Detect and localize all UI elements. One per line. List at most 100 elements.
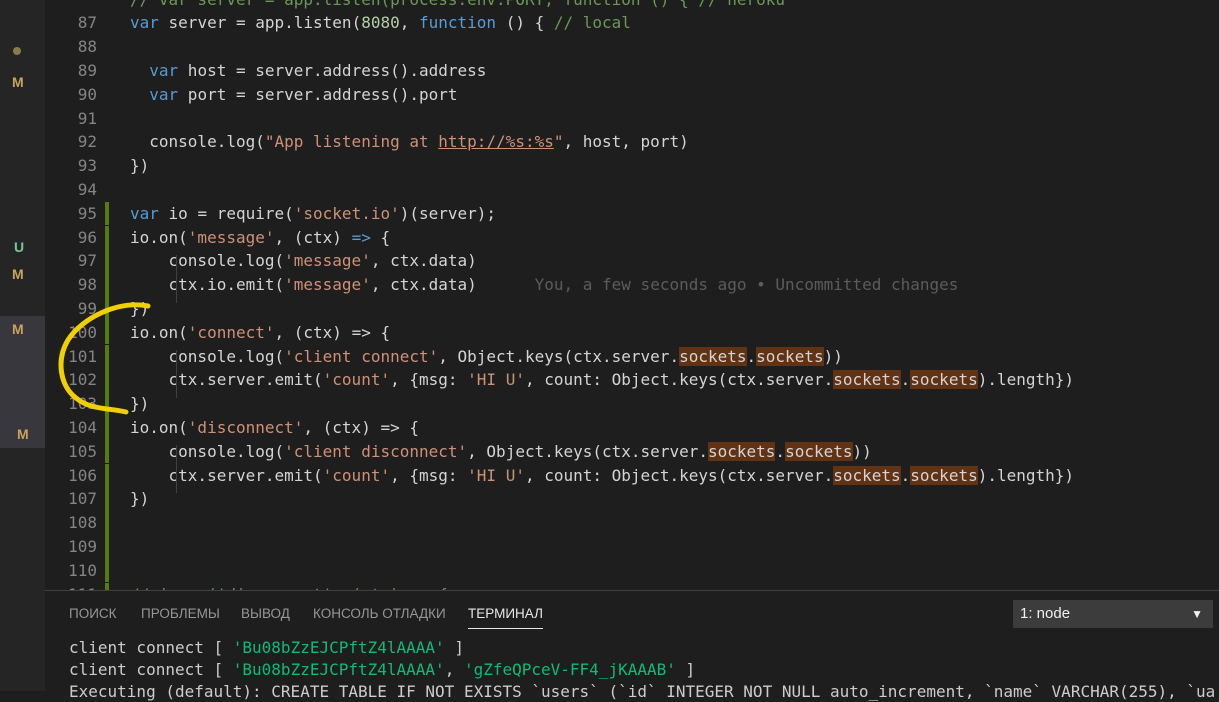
code-line[interactable]: 102 ctx.server.emit('count', {msg: 'HI U… [45, 368, 1219, 393]
code-token: , Object.keys(ctx.server. [438, 346, 680, 366]
code-token: , ctx.data) [370, 275, 477, 295]
terminal-selector[interactable]: 1: node ▼ [1013, 600, 1213, 628]
code-text: console.log('message', ctx.data) [130, 249, 477, 273]
terminal-token: 'Bu08bZzEJCPftZ4lAAAA' [232, 660, 445, 679]
code-line[interactable]: 94 [45, 178, 1219, 202]
git-status-badge: M [12, 74, 24, 90]
code-line[interactable]: 104 io.on('disconnect', (ctx) => { [45, 415, 1219, 440]
code-line[interactable]: 107}) [45, 487, 1219, 512]
code-text: var server = app.listen(8080, function (… [130, 11, 631, 35]
code-line[interactable]: 92 console.log("App listening at http://… [45, 130, 1219, 154]
code-token: port = server.address().port [178, 84, 458, 104]
code-token: 'connect' [187, 322, 275, 342]
git-added-gutter-marker [105, 273, 109, 297]
git-added-gutter-marker [105, 487, 109, 512]
line-number: 109 [68, 536, 97, 556]
code-line[interactable]: 88 [45, 35, 1219, 59]
terminal-selector-value: 1: node [1020, 605, 1071, 622]
terminal-token: client connect [ [69, 660, 233, 679]
code-text: io.on('connect', (ctx) => { [130, 321, 390, 345]
git-added-gutter-marker [105, 320, 109, 345]
code-token: ).length}) [977, 465, 1075, 485]
code-token: }) [130, 489, 150, 509]
code-line[interactable]: 100 io.on('connect', (ctx) => { [45, 320, 1219, 345]
code-line[interactable]: 98 ctx.io.emit('message', ctx.data) You,… [45, 273, 1219, 297]
code-token: sockets [910, 370, 978, 390]
code-line[interactable]: 93}) [45, 154, 1219, 178]
code-line[interactable]: 97 console.log('message', ctx.data) [45, 249, 1219, 274]
code-token: }) [130, 156, 150, 176]
line-number: 104 [68, 417, 97, 437]
tab-output[interactable]: ВЫВОД [241, 606, 290, 622]
git-status-badge: M [12, 266, 24, 282]
line-number: 106 [68, 465, 97, 485]
code-line[interactable]: 95 var io = require('socket.io')(server); [45, 201, 1219, 226]
git-added-gutter-marker [105, 249, 109, 274]
line-number: 87 [77, 13, 97, 33]
line-number: 92 [77, 132, 97, 152]
code-line[interactable]: 106 ctx.server.emit('count', {msg: 'HI U… [45, 463, 1219, 488]
code-line[interactable]: 101 console.log('client connect', Object… [45, 344, 1219, 369]
line-number: 103 [68, 394, 97, 414]
code-line[interactable]: 109 [45, 534, 1219, 559]
tab-problems[interactable]: ПРОБЛЕМЫ [141, 606, 220, 622]
code-token: server = app.listen( [158, 13, 362, 33]
code-editor[interactable]: // var server = app.listen(process.env.P… [45, 0, 1219, 590]
code-token: io.on( [130, 227, 188, 247]
code-token: 'HI U' [467, 370, 525, 390]
code-line[interactable]: 111 // io.on('disconnect', (ctx) => { [45, 582, 1219, 591]
git-added-gutter-marker [105, 582, 109, 590]
code-token: 'socket.io' [293, 203, 400, 223]
code-token: var [149, 84, 179, 104]
code-token: function [419, 13, 497, 33]
code-token: 'count' [322, 370, 391, 390]
git-added-gutter-marker [105, 201, 109, 226]
code-token: sockets [910, 465, 978, 485]
code-line[interactable]: // var server = app.listen(process.env.P… [45, 0, 1219, 11]
code-line[interactable]: 90 var port = server.address().port [45, 83, 1219, 107]
tab-terminal[interactable]: ТЕРМИНАЛ [468, 606, 543, 629]
bottom-panel: ПОИСК ПРОБЛЕМЫ ВЫВОД КОНСОЛЬ ОТЛАДКИ ТЕРМИНА… [45, 590, 1219, 701]
code-token: sockets [785, 441, 853, 461]
code-token: var [130, 13, 159, 33]
code-token: sockets [679, 346, 747, 366]
code-token: , count: Object.keys(ctx.server. [524, 370, 834, 390]
code-token: { [370, 227, 391, 247]
code-line[interactable]: 96 io.on('message', (ctx) => { [45, 225, 1219, 250]
code-line[interactable]: 108 [45, 511, 1219, 535]
code-token: , Object.keys(ctx.server. [467, 441, 708, 461]
terminal-line: client connect [ 'Bu08bZzEJCPftZ4lAAAA',… [69, 660, 695, 680]
code-text: // io.on('disconnect', (ctx) => { [130, 583, 448, 591]
line-number: 95 [77, 203, 97, 223]
git-added-gutter-marker [105, 296, 109, 321]
code-line[interactable]: 110 [45, 558, 1219, 583]
tab-debug-console[interactable]: КОНСОЛЬ ОТЛАДКИ [313, 606, 446, 622]
code-line[interactable]: 89 var host = server.address().address [45, 59, 1219, 83]
code-line[interactable]: 91 [45, 107, 1219, 131]
code-token: // var server = app.listen(process.env.P… [130, 0, 785, 9]
code-line[interactable]: 105 console.log('client disconnect', Obj… [45, 439, 1219, 464]
code-token: console.log( [130, 441, 285, 461]
code-text: }) [130, 297, 149, 321]
code-line[interactable]: 99}) [45, 296, 1219, 321]
terminal-token: client connect [ [69, 638, 233, 657]
code-line[interactable]: 103}) [45, 392, 1219, 416]
code-line[interactable]: 87 var server = app.listen(8080, function… [45, 11, 1219, 35]
code-token: () { [496, 13, 554, 33]
git-added-gutter-marker [105, 463, 109, 488]
line-number: 100 [68, 322, 97, 342]
code-token: ctx.server.emit( [130, 370, 323, 390]
code-token: }) [130, 298, 150, 318]
line-number: 98 [77, 275, 97, 295]
code-token: ctx.server.emit( [130, 465, 323, 485]
line-number: 94 [77, 179, 97, 199]
git-status-badge: M [17, 426, 29, 442]
code-token: sockets [707, 441, 776, 461]
line-number: 89 [77, 60, 97, 80]
code-token: . [775, 441, 786, 461]
git-status-badge: U [14, 239, 25, 255]
line-number: 88 [77, 37, 97, 57]
code-token: )) [823, 346, 843, 366]
tab-search[interactable]: ПОИСК [69, 606, 117, 622]
